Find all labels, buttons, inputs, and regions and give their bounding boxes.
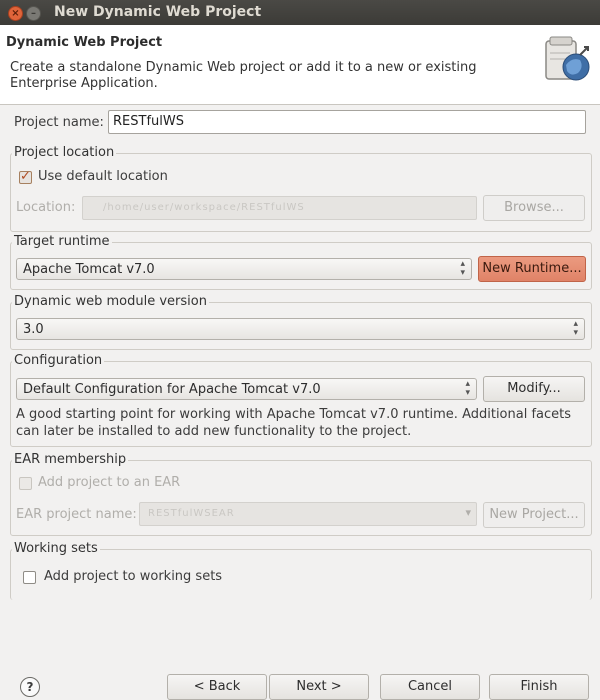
- page-title: Dynamic Web Project: [6, 35, 163, 50]
- updown-arrows-icon: ▴ ▾: [460, 259, 465, 278]
- checkmark-icon: ✓: [20, 169, 31, 184]
- new-project-button[interactable]: New Project...: [483, 502, 585, 528]
- use-default-location-checkbox[interactable]: ✓: [19, 169, 32, 184]
- project-name-input[interactable]: RESTfulWS: [108, 110, 586, 134]
- minimize-icon: –: [31, 8, 36, 19]
- project-name-label: Project name:: [14, 115, 104, 130]
- target-runtime-select[interactable]: Apache Tomcat v7.0 ▴ ▾: [16, 258, 472, 280]
- target-runtime-title: Target runtime: [12, 234, 112, 249]
- web-project-wizard-icon: [545, 36, 590, 81]
- configuration-description: A good starting point for working with A…: [16, 407, 572, 439]
- location-label: Location:: [16, 200, 76, 215]
- add-to-ear-checkbox[interactable]: [19, 477, 32, 490]
- next-button[interactable]: Next >: [269, 674, 369, 700]
- ear-project-name-value: RESTfulWSEAR: [148, 508, 235, 519]
- browse-button[interactable]: Browse...: [483, 195, 585, 221]
- working-sets-title: Working sets: [12, 541, 100, 556]
- location-input[interactable]: /home/user/workspace/RESTfulWS: [82, 196, 477, 220]
- configuration-title: Configuration: [12, 353, 105, 368]
- module-version-value: 3.0: [23, 322, 44, 337]
- cancel-button[interactable]: Cancel: [380, 674, 480, 700]
- wizard-header: Dynamic Web Project Create a standalone …: [0, 25, 600, 105]
- location-value: /home/user/workspace/RESTfulWS: [103, 202, 305, 213]
- close-icon: ×: [11, 8, 20, 19]
- target-runtime-value: Apache Tomcat v7.0: [23, 262, 155, 277]
- ear-project-name-combo[interactable]: RESTfulWSEAR ▾: [139, 502, 477, 526]
- configuration-value: Default Configuration for Apache Tomcat …: [23, 382, 321, 397]
- updown-arrows-icon: ▴ ▾: [573, 319, 578, 338]
- ear-membership-title: EAR membership: [12, 452, 129, 467]
- project-name-value: RESTfulWS: [113, 114, 184, 129]
- updown-arrows-icon: ▴ ▾: [465, 379, 470, 398]
- ear-project-name-label: EAR project name:: [16, 507, 137, 522]
- add-to-working-sets-checkbox[interactable]: [23, 571, 36, 584]
- page-description: Create a standalone Dynamic Web project …: [10, 60, 477, 91]
- modify-button[interactable]: Modify...: [483, 376, 585, 402]
- configuration-select[interactable]: Default Configuration for Apache Tomcat …: [16, 378, 477, 400]
- module-version-title: Dynamic web module version: [12, 294, 209, 309]
- module-version-select[interactable]: 3.0 ▴ ▾: [16, 318, 585, 340]
- back-button[interactable]: < Back: [167, 674, 267, 700]
- window-title: New Dynamic Web Project: [54, 4, 262, 20]
- help-icon[interactable]: ?: [20, 677, 40, 697]
- project-location-title: Project location: [12, 145, 117, 160]
- add-to-ear-label: Add project to an EAR: [38, 475, 181, 490]
- dropdown-arrow-icon: ▾: [465, 506, 471, 519]
- window-close-button[interactable]: ×: [8, 6, 23, 21]
- use-default-location-label: Use default location: [38, 169, 168, 184]
- add-to-working-sets-label: Add project to working sets: [44, 569, 223, 584]
- new-runtime-button[interactable]: New Runtime...: [478, 256, 586, 282]
- window-minimize-button[interactable]: –: [26, 6, 41, 21]
- finish-button[interactable]: Finish: [489, 674, 589, 700]
